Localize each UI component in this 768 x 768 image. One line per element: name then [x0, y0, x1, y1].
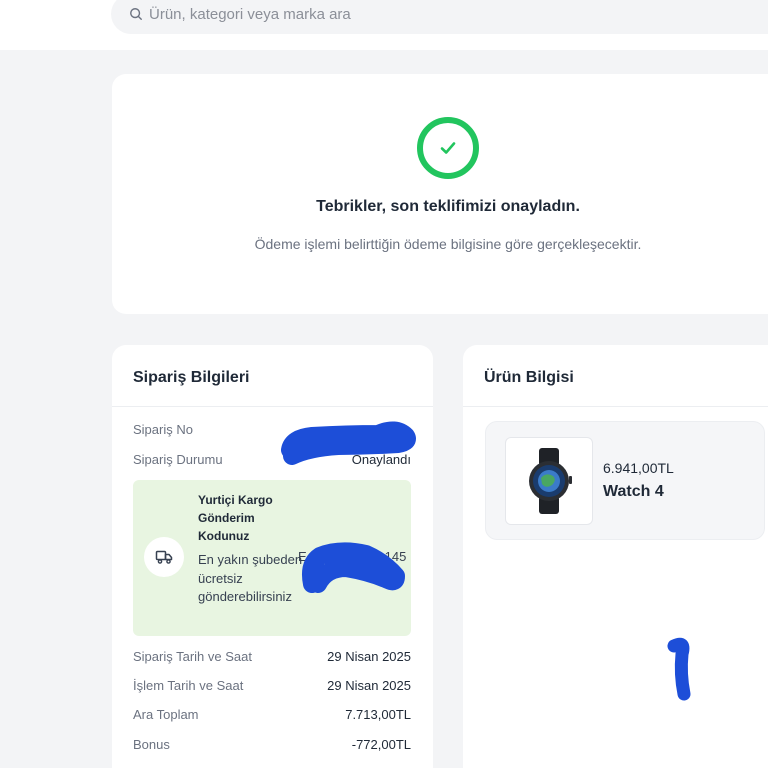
cargo-title: Yurtiçi Kargo Gönderim Kodunuz: [198, 493, 273, 543]
bonus-label: Bonus: [133, 737, 170, 752]
confirmation-card: Tebrikler, son teklifimizi onayladın. Öd…: [112, 74, 768, 314]
watch-icon: [529, 448, 572, 514]
transaction-date-value: 29 Nisan 2025: [327, 678, 411, 693]
bonus-row: Bonus -772,00TL: [133, 737, 411, 752]
order-date-row: Sipariş Tarih ve Saat 29 Nisan 2025: [133, 649, 411, 664]
subtotal-label: Ara Toplam: [133, 707, 199, 722]
redaction-scribble: [281, 421, 416, 465]
product-info-card: Ürün Bilgisi 6.941,00TL Watch 4: [463, 345, 768, 768]
order-date-value: 29 Nisan 2025: [327, 649, 411, 664]
product-image[interactable]: [505, 437, 593, 525]
divider: [463, 406, 768, 407]
redaction-scribble: [667, 637, 691, 701]
divider: [112, 406, 433, 407]
search-bar[interactable]: [111, 0, 768, 34]
redaction-scribble: [302, 542, 405, 593]
product-price: 6.941,00TL: [603, 460, 674, 476]
bonus-value: -772,00TL: [351, 737, 411, 752]
cargo-description: En yakın şubeden ücretsiz gönderebilirsi…: [198, 552, 303, 604]
transaction-date-label: İşlem Tarih ve Saat: [133, 678, 244, 693]
search-icon: [130, 8, 142, 20]
product-item[interactable]: 6.941,00TL Watch 4: [485, 421, 765, 540]
product-info-title: Ürün Bilgisi: [484, 369, 574, 386]
confirmation-title: Tebrikler, son teklifimizi onayladın.: [316, 198, 580, 215]
truck-icon: [144, 537, 184, 577]
search-input[interactable]: [149, 5, 649, 23]
subtotal-row: Ara Toplam 7.713,00TL: [133, 707, 411, 722]
subtotal-value: 7.713,00TL: [345, 707, 411, 722]
product-name[interactable]: Watch 4: [603, 483, 664, 501]
check-icon: [417, 117, 479, 179]
confirmation-subtitle: Ödeme işlemi belirttiğin ödeme bilgisine…: [254, 236, 642, 252]
order-status-label: Sipariş Durumu: [133, 452, 223, 467]
top-bar: [0, 0, 768, 50]
order-date-label: Sipariş Tarih ve Saat: [133, 649, 252, 664]
order-no-label: Sipariş No: [133, 422, 193, 437]
order-info-title: Sipariş Bilgileri: [133, 369, 250, 386]
transaction-date-row: İşlem Tarih ve Saat 29 Nisan 2025: [133, 678, 411, 693]
